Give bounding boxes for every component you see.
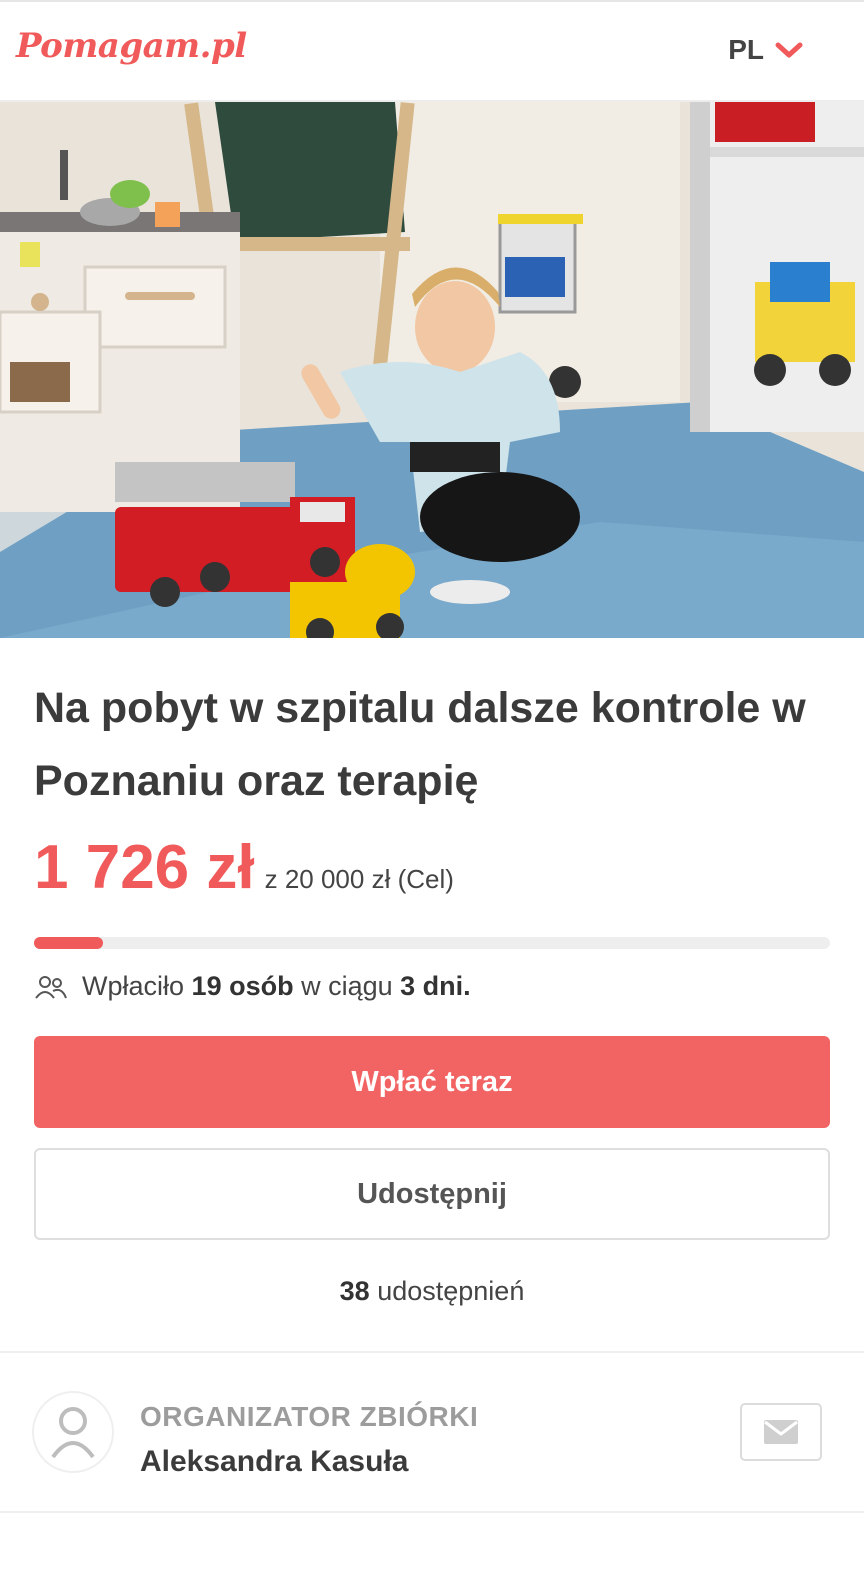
organizer-section: ORGANIZATOR ZBIÓRKI Aleksandra Kasuła <box>0 1353 864 1511</box>
avatar <box>32 1391 114 1473</box>
user-icon <box>51 1407 95 1459</box>
campaign-title: Na pobyt w szpitalu dalsze kontrole w Po… <box>34 684 806 805</box>
progress-bar <box>34 937 830 949</box>
donors-info: Wpłaciło 19 osób w ciągu 3 dni. <box>34 971 830 1002</box>
donate-button[interactable]: Wpłać teraz <box>34 1036 830 1128</box>
shares-count: 38 <box>339 1276 370 1306</box>
top-bar: Pomagam.pl PL <box>0 0 864 102</box>
people-icon <box>35 975 67 999</box>
donors-prefix: Wpłaciło <box>82 971 185 1001</box>
progress-fill <box>34 937 103 949</box>
language-code: PL <box>728 34 764 65</box>
message-button[interactable] <box>740 1403 822 1461</box>
bottom-divider <box>0 1511 864 1513</box>
shares-info: 38 udostępnień <box>34 1276 830 1307</box>
language-selector[interactable]: PL <box>728 34 804 66</box>
donors-days: 3 dni. <box>400 971 471 1001</box>
donors-middle: w ciągu <box>301 971 393 1001</box>
chevron-down-icon <box>775 42 803 58</box>
amount-row: 1 726 zł z 20 000 zł (Cel) <box>34 832 830 903</box>
share-button[interactable]: Udostępnij <box>34 1148 830 1240</box>
shares-label: udostępnień <box>377 1276 525 1306</box>
goal-amount: z 20 000 zł (Cel) <box>264 864 454 894</box>
campaign-photo <box>0 102 864 638</box>
donors-count: 19 osób <box>191 971 294 1001</box>
organizer-label: ORGANIZATOR ZBIÓRKI <box>140 1401 479 1432</box>
organizer-name: Aleksandra Kasuła <box>140 1445 409 1478</box>
raised-amount: 1 726 zł <box>34 833 255 902</box>
mail-icon <box>764 1420 798 1444</box>
logo[interactable]: Pomagam.pl <box>16 26 247 66</box>
